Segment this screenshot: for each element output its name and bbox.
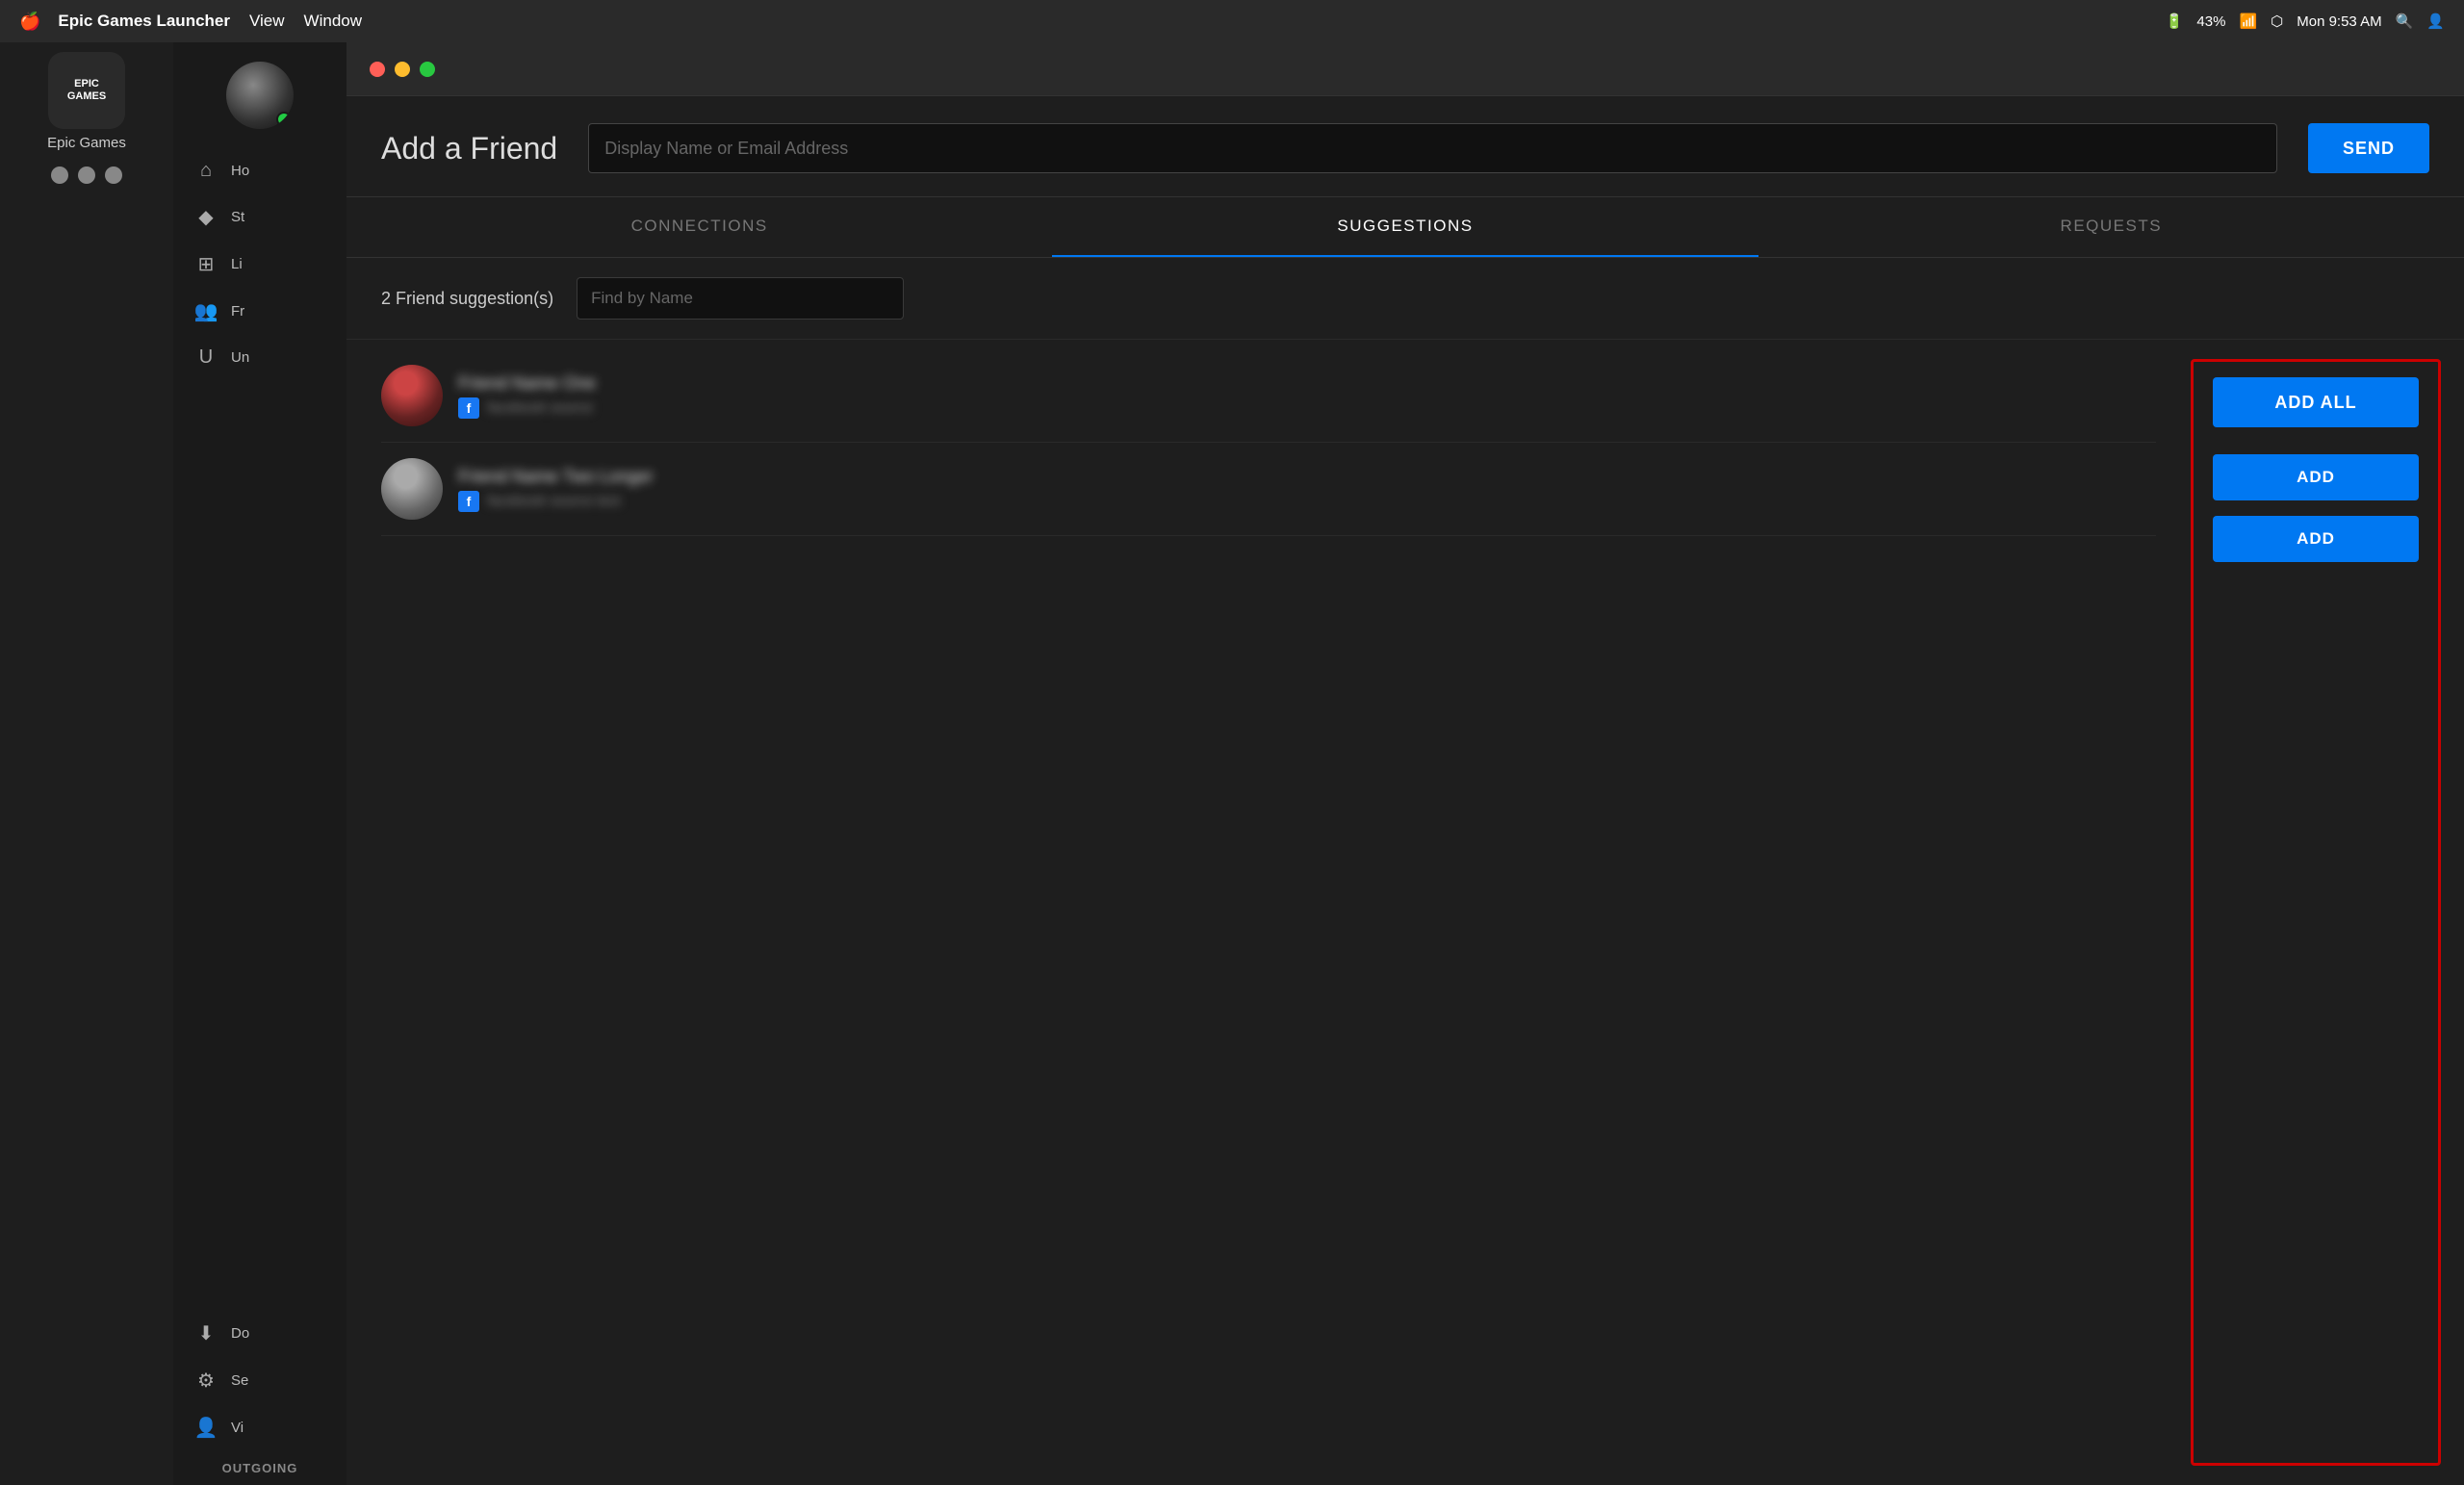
bluetooth-icon: ⬡ bbox=[2271, 13, 2283, 30]
view-menu-item[interactable]: View bbox=[249, 12, 285, 31]
app-container: EPICGAMES Epic Games ⌂ Ho ◆ St ⊞ Li 👥 bbox=[0, 42, 2464, 1485]
suggestions-toolbar: 2 Friend suggestion(s) bbox=[346, 258, 2464, 340]
home-icon: ⌂ bbox=[192, 160, 219, 182]
sidebar-item-label-store: St bbox=[231, 209, 244, 225]
friends-icon: 👥 bbox=[192, 299, 219, 323]
minimize-window-button[interactable] bbox=[395, 62, 410, 77]
settings-icon: ⚙ bbox=[192, 1369, 219, 1393]
app-name-label: Epic Games bbox=[47, 135, 126, 151]
epic-logo: EPICGAMES bbox=[48, 52, 125, 129]
sidebar-item-label-settings: Se bbox=[231, 1372, 248, 1389]
outgoing-section-label: OUTGOING bbox=[203, 1451, 318, 1485]
sidebar-item-library[interactable]: ⊞ Li bbox=[173, 241, 346, 288]
friend-item-2: Friend Name Two Longer f facebook source… bbox=[381, 443, 2156, 536]
add-friend-header: Add a Friend SEND bbox=[346, 96, 2464, 197]
download-icon: ⬇ bbox=[192, 1321, 219, 1345]
sidebar-item-unreal[interactable]: U Un bbox=[173, 335, 346, 380]
traffic-dot-2 bbox=[78, 166, 95, 184]
friend-source-1: f facebook source bbox=[458, 397, 2156, 419]
friend-source-text-2: facebook source text bbox=[487, 493, 620, 509]
epic-logo-text: EPICGAMES bbox=[67, 78, 106, 103]
traffic-dot-3 bbox=[105, 166, 122, 184]
send-button[interactable]: SEND bbox=[2308, 123, 2429, 173]
wifi-icon: 📶 bbox=[2239, 13, 2257, 30]
friend-count: 2 Friend suggestion(s) bbox=[381, 289, 553, 309]
unreal-icon: U bbox=[192, 346, 219, 369]
friend-avatar-2 bbox=[381, 458, 443, 520]
sidebar-item-label-library: Li bbox=[231, 256, 243, 272]
email-input[interactable] bbox=[588, 123, 2277, 173]
sidebar-item-label-downloads: Do bbox=[231, 1325, 249, 1342]
traffic-dot-1 bbox=[51, 166, 68, 184]
primary-sidebar: EPICGAMES Epic Games bbox=[0, 42, 173, 1485]
window-chrome bbox=[346, 42, 2464, 96]
add-button-2[interactable]: ADD bbox=[2213, 516, 2419, 562]
profile-icon: 👤 bbox=[192, 1416, 219, 1440]
friend-source-2: f facebook source text bbox=[458, 491, 2156, 512]
sidebar-item-home[interactable]: ⌂ Ho bbox=[173, 148, 346, 193]
sidebar-item-label-home: Ho bbox=[231, 163, 249, 179]
tabs-bar: CONNECTIONS SUGGESTIONS REQUESTS bbox=[346, 197, 2464, 258]
maximize-window-button[interactable] bbox=[420, 62, 435, 77]
friend-item-1: Friend Name One f facebook source bbox=[381, 349, 2156, 443]
sidebar-item-store[interactable]: ◆ St bbox=[173, 193, 346, 241]
friend-info-1: Friend Name One f facebook source bbox=[458, 373, 2156, 419]
sidebar-item-friends[interactable]: 👥 Fr bbox=[173, 288, 346, 335]
friends-list: Friend Name One f facebook source Friend… bbox=[346, 340, 2191, 1485]
tab-suggestions[interactable]: SUGGESTIONS bbox=[1052, 197, 1758, 257]
tab-connections[interactable]: CONNECTIONS bbox=[346, 197, 1052, 257]
menu-bar: 🍎 Epic Games Launcher View Window 🔋 43% … bbox=[0, 0, 2464, 42]
friend-name-1: Friend Name One bbox=[458, 373, 2156, 394]
window-menu-item[interactable]: Window bbox=[304, 12, 362, 31]
store-icon: ◆ bbox=[192, 205, 219, 229]
action-panel: ADD ALL ADD ADD bbox=[2191, 359, 2441, 1466]
email-input-wrapper bbox=[588, 123, 2277, 173]
suggestions-list: Friend Name One f facebook source Friend… bbox=[346, 340, 2464, 1485]
friend-info-2: Friend Name Two Longer f facebook source… bbox=[458, 467, 2156, 512]
friend-name-2: Friend Name Two Longer bbox=[458, 467, 2156, 487]
sidebar-traffic-lights bbox=[51, 166, 122, 184]
online-status-dot bbox=[276, 112, 292, 127]
menu-bar-right: 🔋 43% 📶 ⬡ Mon 9:53 AM 🔍 👤 bbox=[2166, 13, 2445, 30]
app-menu-item[interactable]: Epic Games Launcher bbox=[58, 12, 230, 31]
user-avatar-area bbox=[226, 62, 294, 129]
window-traffic-lights bbox=[370, 62, 435, 77]
main-content: Add a Friend SEND CONNECTIONS SUGGESTION… bbox=[346, 42, 2464, 1485]
find-by-name-input[interactable] bbox=[577, 277, 904, 320]
sidebar-item-label-friends: Fr bbox=[231, 303, 244, 320]
user-avatar bbox=[226, 62, 294, 129]
library-icon: ⊞ bbox=[192, 252, 219, 276]
page-title: Add a Friend bbox=[381, 131, 557, 166]
sidebar-item-label-unreal: Un bbox=[231, 349, 249, 366]
close-window-button[interactable] bbox=[370, 62, 385, 77]
sidebar-item-downloads[interactable]: ⬇ Do bbox=[173, 1310, 346, 1357]
sidebar-item-label-profile: Vi bbox=[231, 1420, 244, 1436]
tab-requests[interactable]: REQUESTS bbox=[1758, 197, 2464, 257]
apple-menu-icon[interactable]: 🍎 bbox=[19, 12, 40, 32]
add-button-1[interactable]: ADD bbox=[2213, 454, 2419, 500]
battery-percent: 43% bbox=[2196, 13, 2225, 30]
facebook-icon-2: f bbox=[458, 491, 479, 512]
suggestions-content: 2 Friend suggestion(s) Friend Name One f… bbox=[346, 258, 2464, 1485]
friend-source-text-1: facebook source bbox=[487, 399, 593, 416]
battery-icon: 🔋 bbox=[2166, 13, 2184, 30]
time-display: Mon 9:53 AM bbox=[2297, 13, 2381, 30]
facebook-icon-1: f bbox=[458, 397, 479, 419]
sidebar-item-settings[interactable]: ⚙ Se bbox=[173, 1357, 346, 1404]
friend-avatar-1 bbox=[381, 365, 443, 426]
add-all-button[interactable]: ADD ALL bbox=[2213, 377, 2419, 427]
search-icon[interactable]: 🔍 bbox=[2396, 13, 2414, 30]
user-icon[interactable]: 👤 bbox=[2426, 13, 2445, 30]
sidebar-item-profile[interactable]: 👤 Vi bbox=[173, 1404, 346, 1451]
nav-sidebar: ⌂ Ho ◆ St ⊞ Li 👥 Fr U Un ⬇ Do ⚙ Se 👤 bbox=[173, 42, 346, 1485]
